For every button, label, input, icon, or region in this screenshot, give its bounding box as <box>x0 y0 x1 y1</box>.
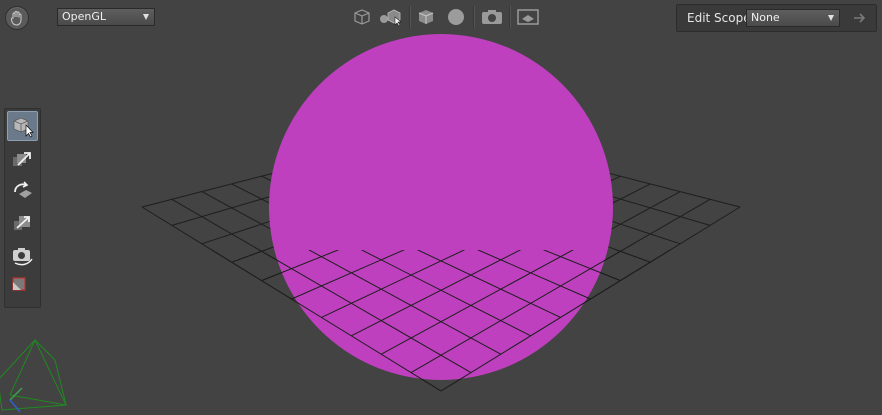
sphere-icon[interactable] <box>446 7 466 27</box>
camera-orbit-icon <box>13 248 33 266</box>
tool-strip <box>4 108 41 308</box>
toolbar-separator <box>473 6 474 28</box>
crop-window-tool-button[interactable] <box>7 272 38 302</box>
chevron-down-icon <box>143 14 149 20</box>
translate-tool-button[interactable] <box>7 144 38 174</box>
cube-icon[interactable] <box>416 7 436 27</box>
rotate-tool-button[interactable] <box>7 176 38 206</box>
sphere-object[interactable] <box>269 34 613 380</box>
renderer-select[interactable]: OpenGL <box>57 8 155 26</box>
scale-icon <box>14 216 30 230</box>
edit-scope-select[interactable]: None <box>746 9 840 27</box>
viewport[interactable] <box>0 0 882 415</box>
hand-tool-button[interactable] <box>5 6 29 30</box>
wireframe-cube-icon[interactable] <box>352 7 372 27</box>
select-cube-icon <box>13 117 34 138</box>
hand-icon <box>11 11 22 26</box>
crop-window-icon <box>12 277 26 291</box>
background-icon[interactable] <box>517 7 539 27</box>
toolbar-separator <box>509 6 510 28</box>
camera-icon[interactable] <box>481 7 502 27</box>
edit-scope-label: Edit Scope <box>687 11 751 25</box>
shaded-objects-icon[interactable] <box>379 7 402 27</box>
edit-scope-value: None <box>751 11 780 24</box>
edit-scope-panel: Edit Scope None <box>676 4 877 32</box>
camera-tool-button[interactable] <box>7 240 38 270</box>
rotate-icon <box>14 181 32 198</box>
translate-icon <box>13 152 31 166</box>
select-tool-button[interactable] <box>7 111 38 141</box>
arrow-right-icon[interactable] <box>852 11 868 25</box>
toolbar-separator <box>409 6 410 28</box>
renderer-select-value: OpenGL <box>62 10 107 23</box>
chevron-down-icon <box>828 15 834 21</box>
scale-tool-button[interactable] <box>7 208 38 238</box>
